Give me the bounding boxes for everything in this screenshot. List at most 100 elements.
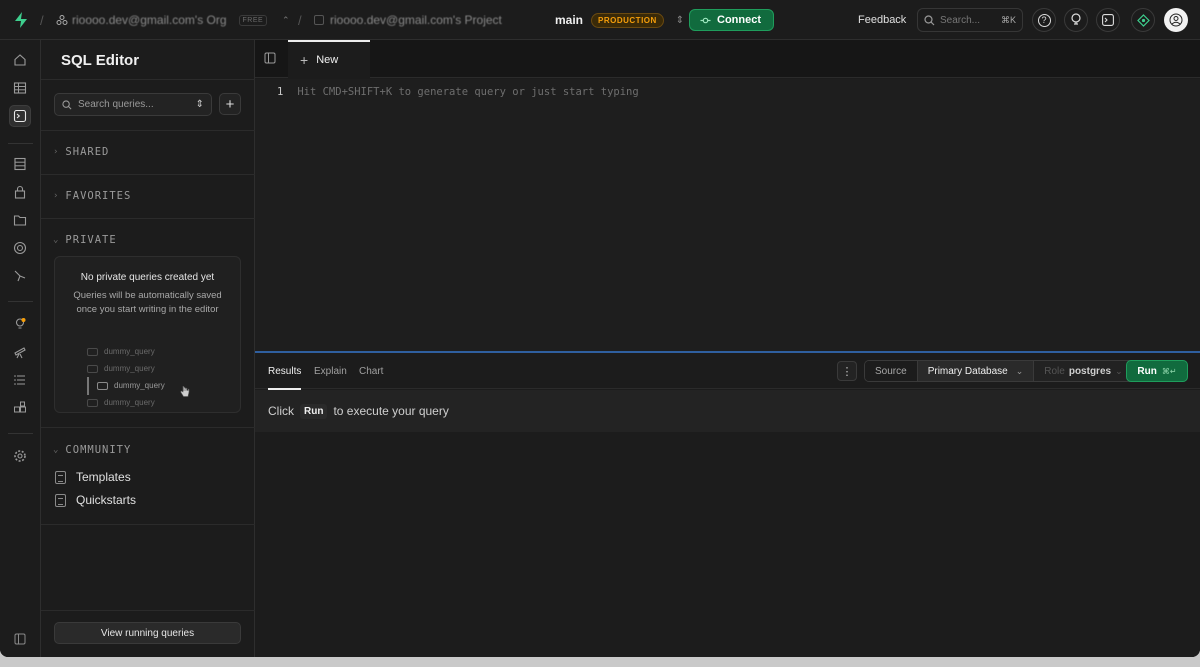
nav-storage[interactable]	[9, 209, 31, 231]
project-selector[interactable]: rioooo.dev@gmail.com's Project	[314, 0, 502, 40]
dummy-query-item: dummy_query	[87, 347, 155, 356]
chevron-down-icon: ⌄	[53, 445, 60, 455]
avatar[interactable]	[1164, 8, 1188, 32]
nav-authentication[interactable]	[9, 181, 31, 203]
dummy-query-label: dummy_query	[114, 381, 165, 390]
query-search-input[interactable]: Search queries... ⇕	[54, 93, 212, 116]
lightbulb-icon	[1071, 13, 1081, 25]
environment-badge: PRODUCTION	[591, 12, 664, 28]
community-templates[interactable]: Templates	[55, 470, 131, 484]
toggle-sidebar-button[interactable]	[264, 52, 276, 67]
run-button[interactable]: Run ⌘↵	[1126, 360, 1188, 382]
supabase-logo[interactable]	[12, 0, 30, 40]
help-button[interactable]: ?	[1032, 8, 1056, 32]
sidebar-divider	[41, 427, 255, 428]
results-message-suffix: to execute your query	[333, 404, 449, 418]
results-message: Click Run to execute your query	[255, 390, 1200, 432]
more-options-button[interactable]: ⋮	[837, 361, 857, 381]
sidebar-toggle-icon	[264, 52, 276, 64]
sidebar-divider	[41, 79, 255, 80]
gear-icon	[14, 450, 26, 462]
database-selector[interactable]: Primary Database ⌄	[917, 361, 1035, 381]
collapse-rail-button[interactable]	[9, 628, 31, 650]
query-search-placeholder: Search queries...	[78, 99, 154, 110]
nav-edge-functions[interactable]	[9, 265, 31, 287]
org-switch-chevron-icon[interactable]: ⌃	[282, 15, 290, 26]
community-item-label: Templates	[76, 470, 131, 484]
tab-new-label: New	[316, 54, 339, 66]
sidebar-title: SQL Editor	[61, 52, 140, 69]
editor-placeholder: Hit CMD+SHIFT+K to generate query or jus…	[297, 86, 639, 98]
sidebar-divider	[41, 174, 255, 175]
nav-logs[interactable]	[9, 369, 31, 391]
branch-selector[interactable]: main PRODUCTION ⇕	[555, 0, 684, 40]
section-shared[interactable]: › SHARED	[53, 146, 109, 158]
table-icon	[13, 82, 27, 94]
query-icon	[97, 381, 108, 390]
sidebar-divider	[41, 130, 255, 131]
connect-label: Connect	[717, 14, 761, 26]
rail-divider	[8, 143, 33, 144]
view-running-queries-button[interactable]: View running queries	[54, 622, 241, 644]
project-name: rioooo.dev@gmail.com's Project	[330, 13, 502, 27]
connect-button[interactable]: Connect	[689, 9, 774, 31]
top-bar: / rioooo.dev@gmail.com's Org FREE ⌃ / ri…	[0, 0, 1200, 40]
advisor-button[interactable]	[1064, 8, 1088, 32]
results-message-prefix: Click	[268, 404, 294, 418]
sql-code-editor[interactable]: 1 Hit CMD+SHIFT+K to generate query or j…	[255, 79, 1200, 351]
nav-table-editor[interactable]	[9, 77, 31, 99]
dummy-query-label: dummy_query	[104, 364, 155, 373]
nav-observability[interactable]	[9, 341, 31, 363]
tab-chart[interactable]: Chart	[359, 353, 383, 389]
new-query-button[interactable]: +	[219, 93, 241, 115]
sql-editor-sidebar: SQL Editor Search queries... ⇕ + › SHARED…	[41, 40, 255, 657]
tab-explain[interactable]: Explain	[314, 353, 347, 389]
global-search[interactable]: Search... ⌘K	[917, 8, 1023, 32]
results-toolbar: Results Explain Chart ⋮ Source Primary D…	[255, 353, 1200, 390]
community-item-label: Quickstarts	[76, 493, 137, 507]
functions-icon	[14, 270, 26, 282]
editor-panel: + New 1 Hit CMD+SHIFT+K to generate quer…	[255, 40, 1200, 657]
sidebar-divider	[41, 218, 255, 219]
nav-settings[interactable]	[9, 445, 31, 467]
dummy-query-label: dummy_query	[104, 398, 155, 407]
section-private[interactable]: ⌄ PRIVATE	[53, 234, 117, 246]
role-selector[interactable]: Role postgres ⌄	[1034, 361, 1133, 381]
section-favorites[interactable]: › FAVORITES	[53, 190, 131, 202]
line-number: 1	[277, 86, 284, 98]
branch-name: main	[555, 13, 584, 27]
diamond-icon	[1136, 13, 1150, 27]
nav-database[interactable]	[9, 153, 31, 175]
community-quickstarts[interactable]: Quickstarts	[55, 493, 136, 507]
list-icon	[14, 375, 25, 385]
results-message-run-keyword: Run	[300, 403, 328, 419]
feedback-link[interactable]: Feedback	[858, 14, 906, 26]
chevron-right-icon: ›	[53, 147, 60, 157]
section-community-label: COMMUNITY	[65, 444, 132, 456]
nav-advisors[interactable]	[9, 313, 31, 335]
branch-chevron-icon: ⇕	[675, 14, 685, 26]
sort-chevrons-icon[interactable]: ⇕	[196, 99, 204, 110]
tab-results[interactable]: Results	[268, 353, 302, 390]
section-community[interactable]: ⌄ COMMUNITY	[53, 444, 131, 456]
hand-cursor-icon	[180, 386, 190, 397]
empty-state-subtitle: Queries will be automatically saved once…	[73, 290, 222, 315]
query-tab-bar: + New	[255, 40, 1200, 78]
help-icon: ?	[1037, 13, 1051, 27]
nav-integrations[interactable]	[9, 397, 31, 419]
dummy-query-item: dummy_query	[97, 381, 165, 390]
tab-new-query[interactable]: + New	[288, 40, 370, 78]
chevron-down-icon: ⌄	[53, 235, 60, 245]
nav-sql-editor[interactable]	[9, 105, 31, 127]
ai-assistant-button[interactable]	[1131, 8, 1155, 32]
nav-realtime[interactable]	[9, 237, 31, 259]
nav-home[interactable]	[9, 49, 31, 71]
terminal-button[interactable]	[1096, 8, 1120, 32]
app-window: / rioooo.dev@gmail.com's Org FREE ⌃ / ri…	[0, 0, 1200, 657]
kebab-icon: ⋮	[841, 365, 853, 378]
query-icon	[87, 364, 98, 373]
global-search-placeholder: Search...	[940, 14, 981, 26]
telescope-icon	[14, 347, 26, 359]
project-icon	[314, 15, 324, 25]
org-selector[interactable]: rioooo.dev@gmail.com's Org FREE	[56, 0, 268, 40]
